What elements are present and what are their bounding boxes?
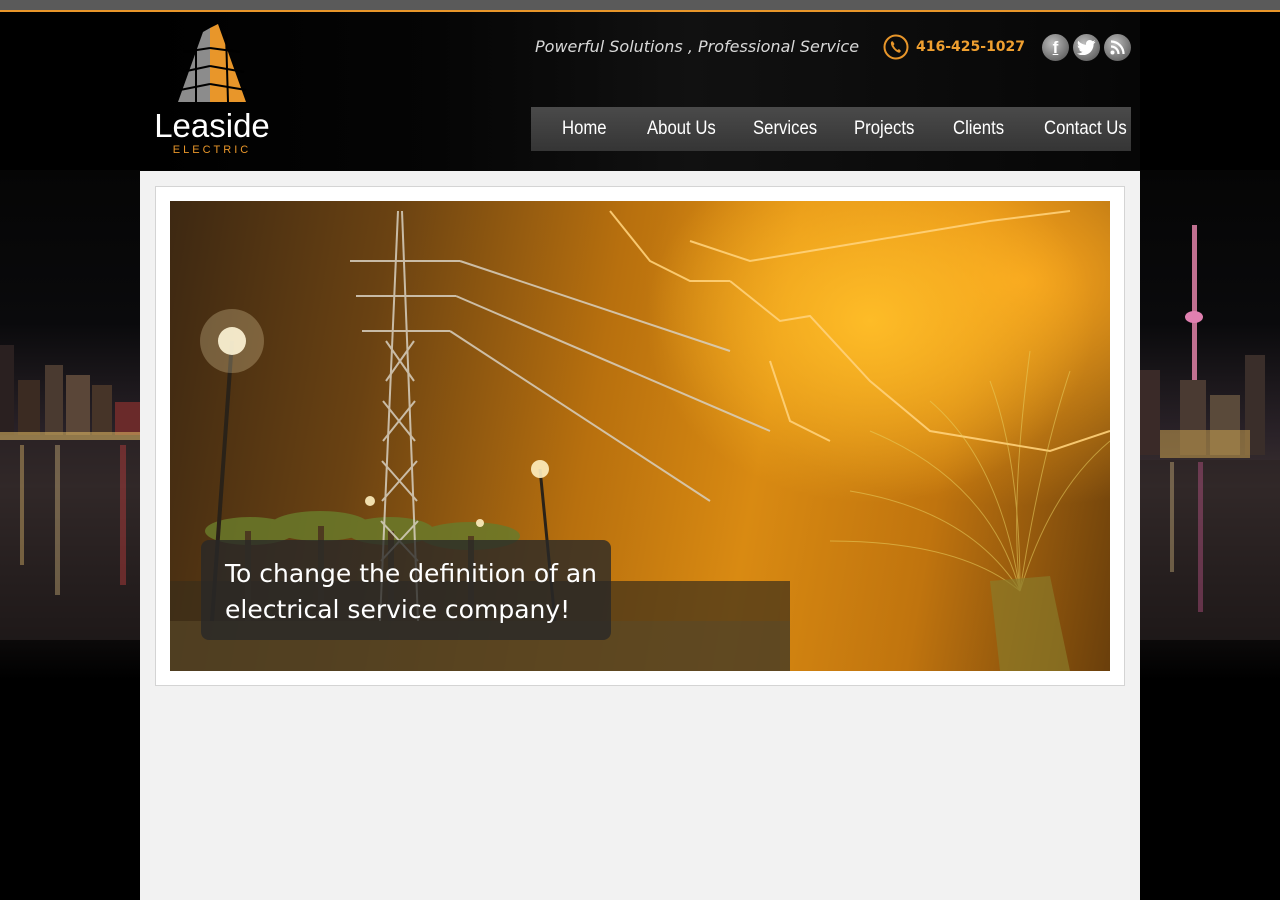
city-skyline-left <box>0 170 140 680</box>
twitter-icon[interactable]: t <box>1073 34 1100 61</box>
main-navigation: Home About Us Services Projects Clients … <box>531 107 1131 151</box>
nav-contact-us[interactable]: Contact Us <box>1044 107 1127 151</box>
city-skyline-right <box>1140 170 1280 680</box>
phone-number[interactable]: 416-425-1027 <box>916 36 1025 58</box>
nav-services[interactable]: Services <box>753 107 817 151</box>
rss-feed-icon <box>1110 40 1125 55</box>
facebook-icon[interactable]: f <box>1042 34 1069 61</box>
nav-projects[interactable]: Projects <box>854 107 914 151</box>
nav-about-us[interactable]: About Us <box>647 107 716 151</box>
top-accent-bar <box>0 0 1280 12</box>
tagline: Powerful Solutions , Professional Servic… <box>535 37 860 56</box>
logo-building-icon <box>178 24 247 103</box>
rss-icon[interactable]: rss <box>1104 34 1131 61</box>
phone-icon <box>883 34 909 60</box>
hero-caption: To change the definition of an electrica… <box>225 559 598 624</box>
twitter-bird-icon <box>1077 40 1096 55</box>
nav-clients[interactable]: Clients <box>953 107 1004 151</box>
nav-home[interactable]: Home <box>562 107 607 151</box>
facebook-glyph: f <box>1052 38 1059 57</box>
brand-name: Leaside <box>154 107 270 144</box>
brand-subtitle: ELECTRIC <box>172 144 252 156</box>
